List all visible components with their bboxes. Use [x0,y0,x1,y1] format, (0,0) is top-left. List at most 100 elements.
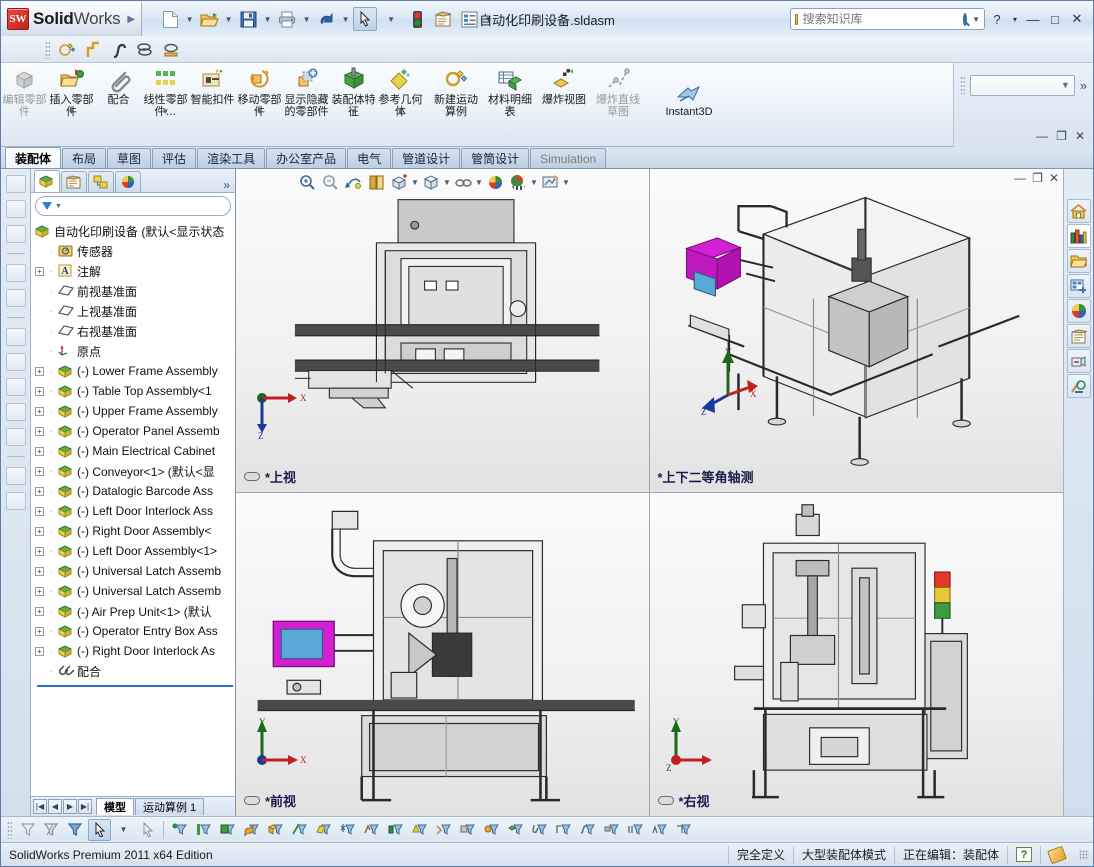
filter-axis-icon[interactable] [288,819,311,841]
apply-scene-icon[interactable] [484,172,506,192]
zoom-in-out-icon[interactable] [296,172,318,192]
expand-icon[interactable]: + [35,586,44,596]
tab-evaluate[interactable]: 评估 [152,148,197,168]
tree-item-universal-latch-1[interactable]: + · (-) Universal Latch Assemb [35,561,235,581]
nav-first-button[interactable]: |◀ [33,799,47,814]
rail-icon-4[interactable] [5,264,26,282]
filter-weldment-icon[interactable] [552,819,575,841]
filter-caret-icon[interactable]: ▼ [55,203,62,210]
nav-last-button[interactable]: ▶| [78,799,92,814]
filter-sketch-icon[interactable] [360,819,383,841]
filter-solid-icon[interactable] [264,819,287,841]
nav-prev-button[interactable]: ◀ [48,799,62,814]
tree-item-operator-entry-box[interactable]: + · (-) Operator Entry Box Ass [35,621,235,641]
tree-item-origin[interactable]: · 原点 [35,341,235,361]
tree-item-right-plane[interactable]: · 右视基准面 [35,321,235,341]
save-document-caret-icon[interactable]: ▼ [262,15,273,24]
feature-manager-more-button[interactable]: » [223,178,235,192]
filter-plane-icon[interactable] [312,819,335,841]
filter-edge-icon[interactable] [192,819,215,841]
print-document-caret-icon[interactable]: ▼ [301,15,312,24]
exploded-view-button[interactable]: 爆炸视图 [537,63,591,106]
configuration-manager-tab[interactable] [88,171,114,192]
property-manager-tab[interactable] [61,171,87,192]
simulation-button[interactable] [1066,374,1091,398]
solidworks-logo[interactable]: SW SolidWorks ▶ [1,2,143,36]
rail-icon-12[interactable] [5,492,26,510]
ribbon-expand-button[interactable]: » [1080,78,1087,93]
tree-item-universal-latch-2[interactable]: + · (-) Universal Latch Assemb [35,581,235,601]
rail-icon-11[interactable] [5,467,26,485]
linear-component-pattern-button[interactable]: 线性零部件… ▼ [142,63,189,118]
tree-item-datalogic-barcode[interactable]: + · (-) Datalogic Barcode Ass [35,481,235,501]
display-state-caret-icon[interactable]: ▼ [562,178,570,187]
new-motion-study-icon[interactable] [54,39,80,61]
filter-mate-icon[interactable] [528,819,551,841]
bill-of-materials-button[interactable]: 材料明细表 [483,63,537,118]
filter-dimension-icon[interactable] [384,819,407,841]
appearances-scenes-button[interactable] [1066,299,1091,323]
configuration-combo[interactable]: ▼ [970,74,1075,96]
view-setting-caret-icon[interactable]: ▼ [530,178,538,187]
select-tool-caret-button[interactable]: ▼ [379,7,403,31]
feature-tree-filter[interactable]: ▼ [35,196,231,216]
expand-icon[interactable]: + [35,406,44,416]
expand-icon[interactable]: + [35,606,44,616]
view-setting-icon[interactable] [507,172,529,192]
tree-item-right-door-interlock[interactable]: + · (-) Right Door Interlock As [35,641,235,661]
rail-icon-6[interactable] [5,328,26,346]
nav-next-button[interactable]: ▶ [63,799,77,814]
status-help-cell[interactable]: ? [1007,845,1040,864]
tree-item-left-door-assembly[interactable]: + · (-) Left Door Assembly<1> [35,541,235,561]
mdi-minimize-button[interactable]: — [1036,129,1048,143]
view-orientation-icon[interactable] [388,172,410,192]
filter-subassembly-icon[interactable] [504,819,527,841]
bottom-toolbar-grip[interactable] [7,820,12,839]
expand-icon[interactable]: + [35,386,44,396]
custom-properties-button[interactable] [1066,324,1091,348]
search-input[interactable] [802,12,958,26]
expand-icon[interactable]: + [35,366,44,376]
tree-item-conveyor[interactable]: + · (-) Conveyor<1> (默认<显 [35,461,235,481]
viewport-dimetric[interactable]: Y X Z *上下二等角轴测 [649,169,1063,493]
new-motion-study-button[interactable]: 新建运动算例 [429,63,483,118]
mdi-restore-button[interactable]: ❐ [1056,129,1067,143]
maximize-button[interactable]: □ [1045,12,1065,27]
rail-icon-8[interactable] [5,378,26,396]
filter-clear-icon[interactable] [40,819,63,841]
status-tag-cell[interactable] [1040,845,1073,864]
reference-geometry-dropdown-icon[interactable]: ▼ [397,107,405,116]
cursor-outline-icon[interactable] [136,819,159,841]
hide-show-caret-icon[interactable]: ▼ [475,178,483,187]
rail-icon-7[interactable] [5,353,26,371]
previous-view-icon[interactable] [342,172,364,192]
expand-icon[interactable]: + [35,466,44,476]
tree-item-upper-frame-assembly[interactable]: + · (-) Upper Frame Assembly [35,401,235,421]
projected-curve-icon[interactable] [158,39,184,61]
filter-annotation-icon[interactable] [408,819,431,841]
document-recovery-button[interactable] [1066,349,1091,373]
tab-layout[interactable]: 布局 [62,148,107,168]
filter-toggle-icon[interactable] [64,819,87,841]
tag-icon[interactable] [1047,845,1067,864]
ribbon-grip[interactable] [960,76,965,94]
filter-vertex-icon[interactable] [168,819,191,841]
bottom-tab-motion-study[interactable]: 运动算例 1 [135,798,205,815]
file-explorer-button[interactable] [1066,249,1091,273]
expand-icon[interactable]: + [35,646,44,656]
expand-icon[interactable]: + [35,626,44,636]
tab-simulation[interactable]: Simulation [530,148,607,168]
tree-item-right-door-assembly[interactable]: + · (-) Right Door Assembly< [35,521,235,541]
assembly-feature-button[interactable]: 装配体特征 ▼ [330,63,377,118]
assembly-feature-dropdown-icon[interactable]: ▼ [350,107,358,116]
properties-button[interactable] [457,7,481,31]
rail-icon-5[interactable] [5,289,26,307]
rail-icon-10[interactable] [5,428,26,446]
toolbar-grip[interactable] [45,40,50,59]
tree-item-air-prep-unit[interactable]: + · (-) Air Prep Unit<1> (默认 [35,601,235,621]
tree-item-sensors[interactable]: · 传感器 [35,241,235,261]
tab-tubing-design[interactable]: 管筒设计 [461,148,530,168]
help-button[interactable]: ? [987,12,1007,27]
help-caret-icon[interactable]: ▾ [1009,15,1021,24]
help-badge-icon[interactable]: ? [1016,847,1032,862]
